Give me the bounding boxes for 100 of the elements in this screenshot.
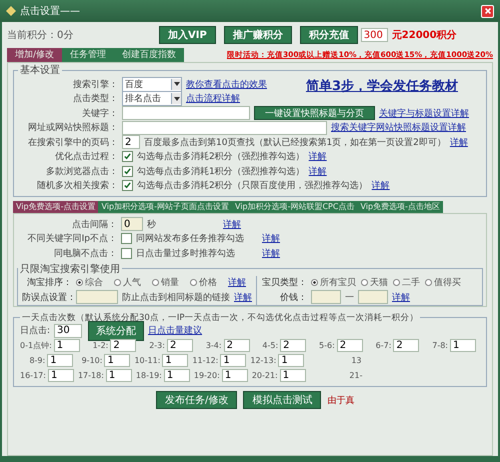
help-link[interactable]: 详解 [223,218,241,231]
checkbox[interactable] [121,233,132,244]
group-title: 一天点击次数（默认系统分配30点，一IP一天点击一次，不勾选优化点击过程等点一次消耗一积分） [21,312,420,324]
header-button[interactable]: 推广赚积分 [224,26,292,44]
title-field[interactable] [122,120,327,135]
help-link[interactable]: 教你查看点击的效果 [186,78,267,91]
field-label: 同电脑不点击： [53,248,117,260]
radio-option[interactable]: 人气 [114,276,148,290]
auto-set-button[interactable]: 一键设置快照标题与分页 [254,106,375,120]
tab[interactable]: 创建百度指数 [114,48,184,62]
hour-label: 10-11: [134,356,160,365]
tutorial-link[interactable]: 简单3步，学会发任务教材 [306,77,458,95]
field-label: 多款浏览器点击： [45,166,118,178]
page-field[interactable]: 2 [122,135,140,150]
hour-field[interactable]: 1 [222,369,248,382]
hour-field[interactable]: 1 [104,354,130,367]
hour-label: 12-13: [250,356,276,365]
hour-label: 17-18: [78,371,104,380]
tab[interactable]: 增加/修改 [7,48,62,62]
hour-field[interactable]: 1 [450,339,476,352]
hour-field[interactable]: 2 [224,339,250,352]
hour-label: 6-7: [376,341,392,350]
hour-label: 18-19: [136,371,162,380]
hour-label: 16-17: [20,371,46,380]
hour-field[interactable]: 2 [393,339,420,352]
checkbox-note: 同网站发布多任务推荐勾选 [136,232,245,246]
hour-field[interactable]: 1 [220,354,246,367]
price-field[interactable] [311,290,341,304]
hour-field[interactable]: 1 [106,369,132,382]
interval-field[interactable]: 0 [121,217,143,232]
checkbox[interactable] [121,248,132,259]
help-link[interactable]: 详解 [234,290,252,304]
hour-label: 0-1点钟: [20,340,52,351]
hour-field[interactable]: 1 [54,339,80,352]
tab[interactable]: Vip免费选项-点击设置 [13,201,98,213]
radio-option[interactable]: 销量 [152,276,186,290]
checkbox-note: 勾选每点击多消耗2积分（强烈推荐勾选） [137,150,305,164]
hour-field[interactable]: 1 [47,354,74,367]
help-link[interactable]: 详解 [262,246,280,260]
footer-button[interactable]: 发布任务/修改 [156,391,238,409]
auto-assign-button[interactable]: 系统分配 [88,320,144,341]
daily-field[interactable]: 30 [54,324,82,338]
field-label: 搜索引擎： [72,78,118,91]
price-separator: — [345,292,354,302]
hour-field[interactable]: 1 [280,369,306,382]
unit-label: 秒 [147,218,157,231]
recharge-field[interactable]: 300 [360,28,388,42]
tab[interactable]: 任务管理 [62,48,114,62]
hour-field[interactable]: 1 [164,369,190,382]
field-label: 不同关键字同Ip不点： [26,232,117,246]
header-button[interactable]: 加入VIP [159,26,216,44]
radio-option[interactable]: 二手 [393,276,420,290]
header-button[interactable]: 积分充值 [300,26,358,44]
checkbox[interactable] [122,151,133,162]
help-link[interactable]: 详解 [308,150,327,164]
close-icon [484,7,492,15]
help-link[interactable]: 搜索关键字网站快照标题设置详解 [331,121,466,134]
hour-label: 9-10: [82,356,102,365]
window-title: 点击设置—— [20,4,81,18]
checkbox[interactable] [122,180,133,192]
checkbox-note: 勾选每点击多消耗2积分（只限百度使用，强烈推荐勾选） [137,180,368,192]
group-title: 基本设置 [19,64,61,77]
hour-field[interactable]: 2 [166,339,193,352]
hour-field[interactable]: 1 [278,354,304,367]
help-link[interactable]: 详解 [372,179,390,192]
price-field[interactable] [358,290,388,304]
help-link[interactable]: 详解 [450,136,468,149]
hour-label: 2-3: [149,341,165,350]
radio-option[interactable]: 价格 [190,276,224,290]
radio-option[interactable]: 所有宝贝 [311,276,356,290]
hour-field[interactable]: 1 [48,369,74,382]
diamond-icon [6,6,16,16]
field-label: 在搜索引擎中的页码： [27,136,118,149]
help-link[interactable]: 详解 [228,276,246,290]
radio-option[interactable]: 值得买 [425,276,461,290]
hour-field[interactable]: 2 [110,339,136,352]
help-link[interactable]: 日点击量建议 [148,324,202,338]
field-label: 关键字： [81,108,118,120]
footer-button[interactable]: 模拟点击测试 [243,391,322,409]
help-link[interactable]: 关键字与标题设置详解 [379,106,469,120]
help-link[interactable]: 详解 [262,232,280,246]
radio-option[interactable]: 综合 [76,276,110,290]
field-label: 淘宝排序： [26,276,72,290]
points-label: 当前积分：0分 [7,28,74,42]
dropdown[interactable]: 排名点击 [122,91,182,106]
help-link[interactable]: 详解 [392,290,410,304]
guard-field[interactable] [76,290,118,304]
dropdown[interactable]: 百度 [122,76,182,92]
keyword-field[interactable] [122,106,250,120]
hour-field[interactable]: 2 [336,339,363,352]
field-label: 宝贝类型： [261,276,307,290]
checkbox[interactable] [122,166,133,177]
checkbox-note: 勾选每点击多消耗1积分（强烈推荐勾选） [137,166,305,178]
dropdown-arrow-icon [174,96,180,101]
help-link[interactable]: 点击流程详解 [186,92,240,106]
hour-field[interactable]: 1 [162,354,188,367]
radio-option[interactable]: 天猫 [361,276,388,290]
help-link[interactable]: 详解 [308,164,327,178]
close-button[interactable] [481,4,494,18]
hour-field[interactable]: 2 [280,339,306,352]
